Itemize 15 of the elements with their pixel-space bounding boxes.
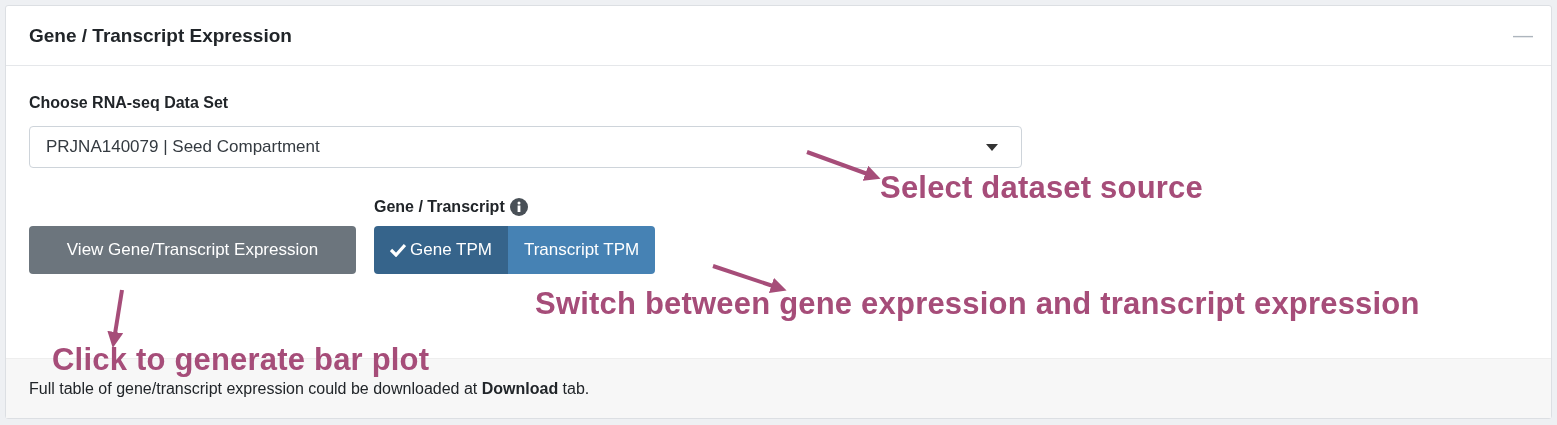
arrow-icon bbox=[803, 148, 879, 182]
toggle-option[interactable]: Transcript TPM bbox=[507, 226, 656, 274]
annotation-text: Switch between gene expression and transcript expression bbox=[535, 286, 1420, 322]
caret-icon bbox=[986, 143, 998, 151]
annotation-text: Click to generate bar plot bbox=[52, 342, 430, 378]
view-expression-button[interactable]: View Gene/Transcript Expression bbox=[29, 226, 356, 274]
panel-title: Gene / Transcript Expression bbox=[29, 24, 292, 47]
dataset-select[interactable]: PRJNA140079 | Seed Compartment bbox=[29, 126, 1022, 168]
info-icon bbox=[509, 198, 528, 216]
field-label: Choose RNA-seq Data Set bbox=[29, 94, 230, 112]
check-icon bbox=[390, 243, 406, 257]
annotation-text: Select dataset source bbox=[880, 170, 1203, 206]
toggle-option[interactable]: Gene TPM bbox=[374, 226, 508, 274]
footer-note: Full table of gene/transcript expression could be downloaded at Download tab. bbox=[29, 379, 590, 398]
toggle-label: Gene / Transcript bbox=[374, 198, 505, 216]
